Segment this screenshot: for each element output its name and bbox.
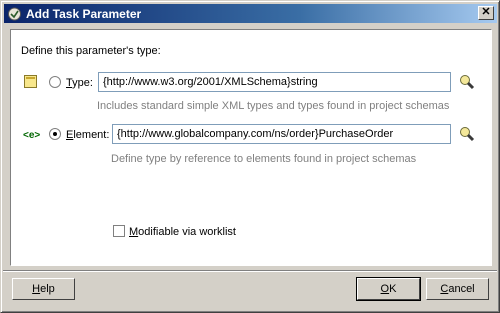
close-icon: ✕	[481, 6, 491, 18]
element-browse-button[interactable]	[459, 126, 475, 142]
cancel-label-rest: ancel	[448, 283, 475, 295]
xsd-type-icon	[24, 75, 37, 88]
modifiable-label-rest: odifiable via worklist	[138, 226, 236, 238]
ok-button[interactable]: OK	[356, 277, 421, 301]
close-button[interactable]: ✕	[478, 6, 494, 20]
type-label: Type:	[66, 77, 93, 89]
modifiable-checkbox[interactable]	[113, 225, 125, 237]
xml-element-icon: <e>	[23, 130, 41, 141]
title-bar[interactable]: Add Task Parameter ✕	[4, 4, 497, 23]
section-heading: Define this parameter's type:	[21, 45, 161, 57]
flashlight-icon	[460, 127, 475, 142]
ok-mnemonic: O	[380, 283, 390, 295]
type-field[interactable]: {http://www.w3.org/2001/XMLSchema}string	[98, 72, 451, 92]
window-title: Add Task Parameter	[26, 7, 142, 21]
type-browse-button[interactable]	[459, 74, 475, 90]
element-radio[interactable]	[49, 128, 61, 140]
cancel-button[interactable]: Cancel	[426, 278, 489, 300]
type-label-rest: ype:	[72, 77, 93, 89]
modifiable-label: Modifiable via worklist	[129, 226, 236, 238]
type-radio[interactable]	[49, 76, 61, 88]
type-hint: Includes standard simple XML types and t…	[97, 100, 450, 112]
modifiable-label-mnemonic: M	[129, 226, 139, 238]
ok-label-rest: K	[389, 283, 397, 295]
dialog-window: Add Task Parameter ✕ Define this paramet…	[0, 0, 500, 313]
flashlight-icon	[460, 75, 475, 90]
app-icon	[8, 7, 21, 21]
content-panel: Define this parameter's type: Type: {htt…	[10, 29, 492, 266]
element-label: Element:	[66, 129, 109, 141]
element-field[interactable]: {http://www.globalcompany.com/ns/order}P…	[112, 124, 451, 144]
footer-divider-highlight	[3, 271, 497, 272]
element-hint: Define type by reference to elements fou…	[111, 153, 417, 165]
help-button[interactable]: Help	[12, 278, 75, 300]
help-label-rest: elp	[40, 283, 55, 295]
element-label-rest: lement:	[73, 129, 110, 141]
help-mnemonic: H	[32, 283, 41, 295]
